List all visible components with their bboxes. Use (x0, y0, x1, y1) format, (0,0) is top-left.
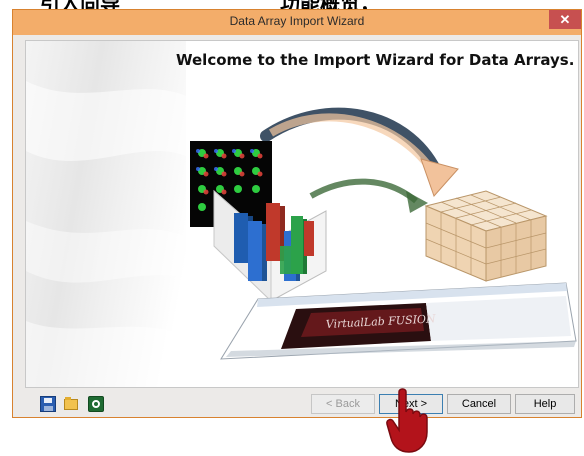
back-button[interactable]: < Back (311, 394, 375, 414)
arrow-curve-lower (309, 178, 418, 204)
help-button[interactable]: Help (515, 394, 575, 414)
save-icon[interactable] (40, 396, 56, 412)
wizard-window: Data Array Import Wizard ✕ Welcome to th… (12, 9, 582, 418)
close-button[interactable]: ✕ (549, 10, 581, 29)
close-icon: ✕ (559, 12, 571, 27)
arrow-head-top (420, 158, 459, 197)
title-bar[interactable]: Data Array Import Wizard ✕ (13, 10, 581, 35)
import-illustration: VirtualLab FUSION (190, 107, 577, 360)
data-array-cube (424, 190, 548, 282)
button-bar: < Back Next > Cancel Help (13, 390, 581, 418)
pointer-hand-icon (386, 388, 428, 453)
wizard-page: Welcome to the Import Wizard for Data Ar… (25, 40, 579, 388)
open-folder-icon[interactable] (64, 396, 80, 412)
bar-chart-3d (213, 189, 327, 303)
reset-icon[interactable] (88, 396, 104, 412)
window-title: Data Array Import Wizard (229, 14, 365, 28)
cancel-button[interactable]: Cancel (447, 394, 511, 414)
